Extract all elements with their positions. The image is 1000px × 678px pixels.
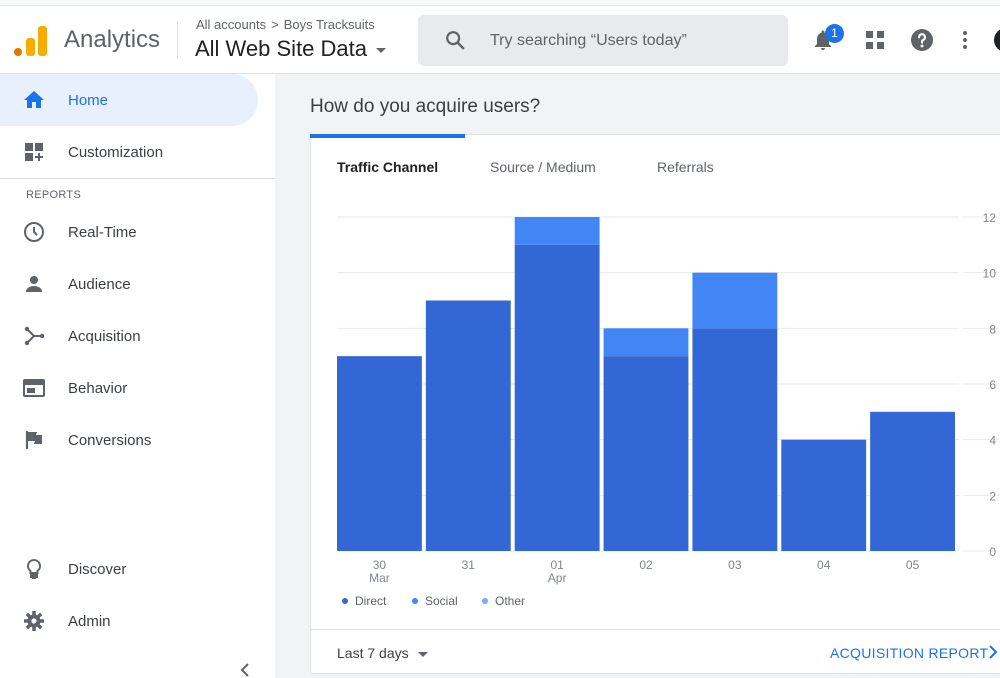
acquisition-card: Traffic Channel Source / Medium Referral… [310, 134, 1000, 674]
bar-social [603, 328, 689, 357]
person-icon [26, 276, 42, 292]
legend-label: Other [495, 594, 525, 608]
bar-direct [870, 411, 955, 551]
y-tick-label: 8 [989, 322, 996, 336]
bar-direct [514, 244, 600, 552]
sidebar-item-acquisition[interactable]: Acquisition [0, 310, 258, 362]
top-bar: Analytics All accounts > Boys Tracksuits A… [0, 0, 1000, 74]
x-tick-sublabel: Mar [369, 571, 390, 585]
apps-grid-icon[interactable] [863, 28, 887, 52]
x-tick-label: 05 [906, 558, 920, 572]
sidebar-item-label: Admin [68, 613, 111, 630]
notification-badge: 1 [825, 24, 844, 43]
x-tick-label: 30 [373, 558, 387, 572]
breadcrumb[interactable]: All accounts > Boys Tracksuits [196, 17, 375, 32]
sidebar-item-discover[interactable]: Discover [0, 543, 258, 595]
gear-icon [24, 611, 44, 631]
bar-direct [603, 356, 689, 551]
bar-social [692, 272, 778, 329]
y-tick-label: 6 [989, 378, 996, 392]
acquisition-report-link[interactable]: ACQUISITION REPORT [830, 645, 988, 661]
bar-direct [781, 439, 867, 551]
card-footer-divider [311, 629, 1000, 630]
chevron-right-icon[interactable] [986, 643, 1000, 661]
clock-icon [24, 222, 44, 242]
sidebar-item-admin[interactable]: Admin [0, 595, 258, 647]
sidebar-item-label: Conversions [68, 432, 152, 449]
reports-section-label: REPORTS [26, 189, 82, 201]
view-name: All Web Site Data [195, 36, 368, 61]
sidebar-item-audience[interactable]: Audience [0, 258, 258, 310]
search-input[interactable] [490, 25, 770, 56]
breadcrumb-root[interactable]: All accounts [196, 17, 266, 32]
x-tick-label: 03 [728, 558, 742, 572]
sidebar-item-label: Real-Time [68, 224, 137, 241]
header-divider [177, 22, 178, 58]
bar-social [514, 217, 600, 245]
y-tick-label: 10 [983, 267, 997, 281]
behavior-icon [23, 379, 45, 397]
more-vert-icon[interactable] [953, 28, 977, 52]
bar-direct [337, 356, 422, 551]
sidebar-item-home[interactable]: Home [0, 74, 258, 126]
sidebar-divider [0, 178, 275, 179]
tab-referrals[interactable]: Referrals [657, 159, 714, 175]
dropdown-caret-icon [417, 651, 428, 657]
chevron-left-icon[interactable] [238, 662, 254, 678]
active-tab-indicator [310, 134, 465, 138]
sidebar-item-customization[interactable]: Customization [0, 126, 258, 178]
lightbulb-icon [26, 558, 42, 579]
tab-source-medium[interactable]: Source / Medium [490, 159, 596, 175]
tab-traffic-channel[interactable]: Traffic Channel [337, 159, 438, 175]
x-tick-label: 01 [550, 558, 564, 572]
sidebar-item-label: Audience [68, 276, 131, 293]
avatar[interactable] [994, 28, 1000, 52]
search-icon [446, 31, 465, 50]
sidebar: Home Customization REPORTS Real-Time Aud… [0, 74, 275, 678]
page-title: How do you acquire users? [310, 96, 541, 117]
sidebar-item-label: Discover [68, 561, 127, 578]
main-content: How do you acquire users? Traffic Channe… [275, 74, 1000, 678]
x-tick-sublabel: Apr [548, 571, 567, 585]
legend-marker-direct [342, 598, 348, 604]
dropdown-caret-icon [376, 47, 387, 53]
chevron-right-icon: > [271, 17, 279, 32]
sidebar-item-label: Acquisition [68, 328, 141, 345]
x-tick-label: 02 [639, 558, 653, 572]
acquisition-icon [24, 326, 45, 346]
traffic-channel-chart: 02468101230Mar31 01Apr02 03 04 05Direct Socia… [337, 211, 999, 608]
y-tick-label: 12 [983, 211, 997, 225]
y-tick-label: 2 [989, 489, 996, 503]
sidebar-item-behavior[interactable]: Behavior [0, 362, 258, 414]
browser-tab-strip [0, 0, 1000, 6]
y-tick-label: 4 [989, 434, 996, 448]
analytics-logo[interactable] [14, 24, 48, 56]
sidebar-item-realtime[interactable]: Real-Time [0, 206, 258, 258]
customization-icon [25, 143, 43, 161]
help-icon[interactable] [910, 28, 934, 52]
search-box[interactable] [418, 15, 788, 66]
x-tick-label: 04 [817, 558, 831, 572]
bar-direct [425, 300, 511, 551]
view-selector[interactable]: All Web Site Data [195, 36, 387, 62]
legend-label: Direct [355, 594, 387, 608]
breadcrumb-account[interactable]: Boys Tracksuits [284, 17, 375, 32]
sidebar-item-label: Behavior [68, 380, 128, 397]
flag-icon [25, 431, 42, 449]
date-range-selector[interactable]: Last 7 days [337, 645, 428, 661]
y-tick-label: 0 [989, 545, 996, 559]
sidebar-item-conversions[interactable]: Conversions [0, 414, 258, 466]
home-icon [24, 91, 44, 108]
sidebar-item-label: Home [68, 92, 109, 109]
legend-marker-social [412, 598, 418, 604]
date-range-label: Last 7 days [337, 645, 409, 661]
x-tick-label: 31 [462, 558, 476, 572]
legend-label: Social [425, 594, 458, 608]
legend-marker-other [482, 598, 488, 604]
bar-direct [692, 328, 778, 551]
app-name: Analytics [64, 26, 161, 53]
sidebar-item-label: Customization [68, 144, 164, 161]
